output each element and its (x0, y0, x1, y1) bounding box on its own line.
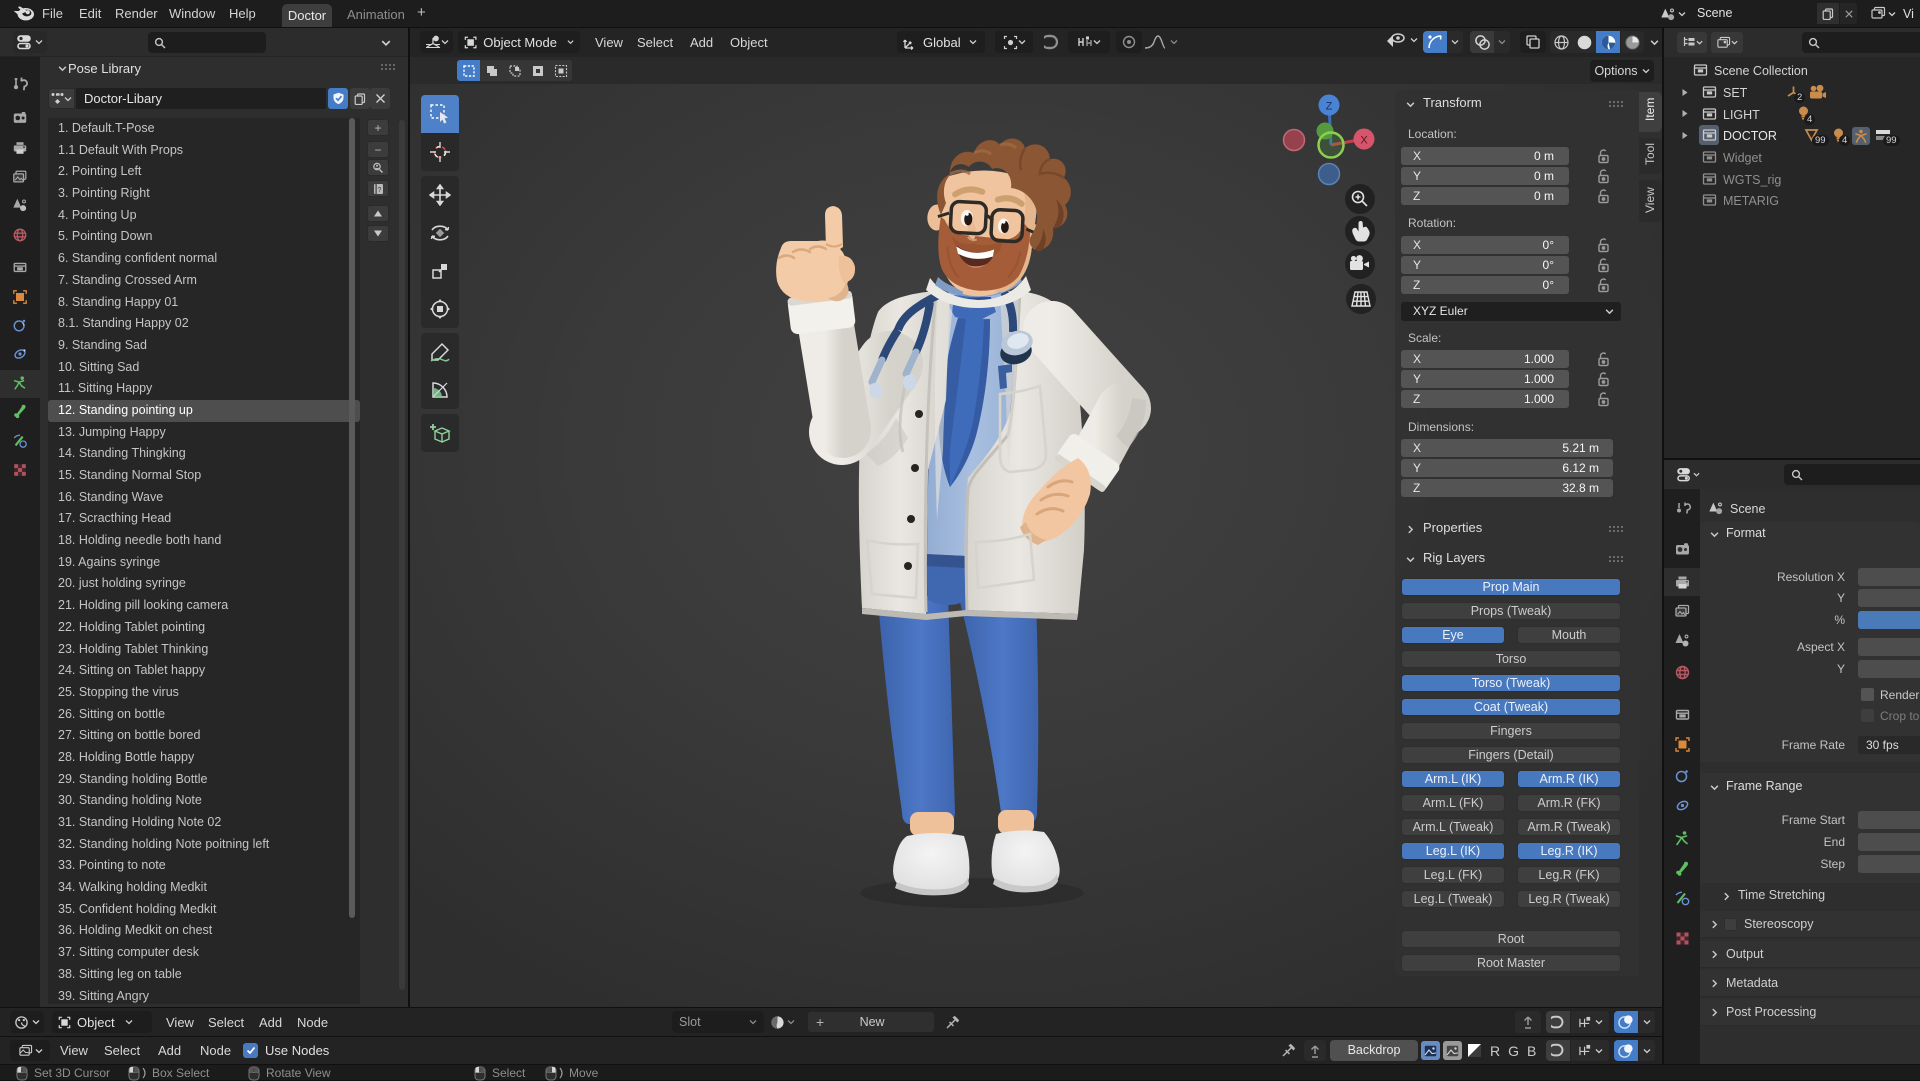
svg-text:?: ? (377, 187, 381, 194)
